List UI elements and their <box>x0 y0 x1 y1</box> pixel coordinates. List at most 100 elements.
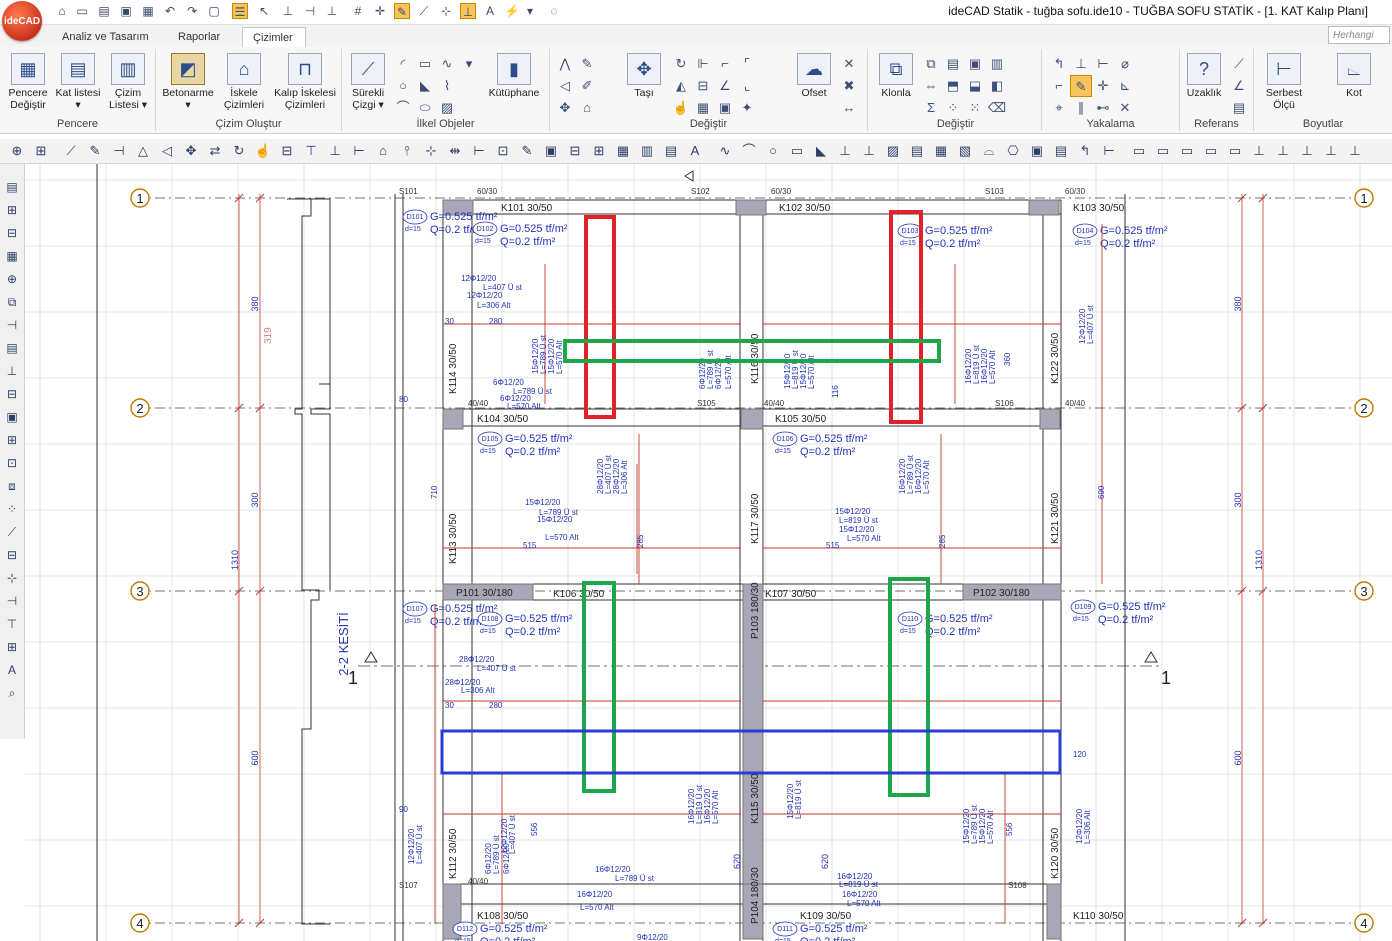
text-icon[interactable]: A <box>686 142 704 160</box>
cizim-listesi-button[interactable]: ▥ Çizim Listesi ▾ <box>104 53 152 111</box>
left-tool-5-icon[interactable]: ⊕ <box>3 270 21 288</box>
layer-down-icon[interactable]: ⬓ <box>964 75 986 97</box>
rotate-icon[interactable]: ↻ <box>230 142 248 160</box>
snap-end-icon[interactable]: ⊹ <box>438 3 454 19</box>
mirror-icon[interactable]: ◁ <box>554 75 576 97</box>
home-icon[interactable]: ⌂ <box>54 3 70 19</box>
node-icon[interactable]: ⊹ <box>422 142 440 160</box>
circle-icon[interactable]: ○ <box>392 75 414 97</box>
mid-icon[interactable]: ⊢ <box>350 142 368 160</box>
eraser-icon[interactable]: ⌫ <box>986 97 1008 119</box>
zoom-window-icon[interactable]: ⊞ <box>32 142 50 160</box>
dim-icon[interactable]: ⊣ <box>110 142 128 160</box>
arc-icon[interactable]: ⌒ <box>740 142 758 160</box>
fillet-icon[interactable]: ⌞ <box>736 75 758 97</box>
rect-icon[interactable]: ▭ <box>414 53 436 75</box>
kalip-iskelesi-button[interactable]: ⊓ Kalıp İskelesi Çizimleri <box>272 53 338 111</box>
ref-angle-icon[interactable]: ∠ <box>1228 75 1250 97</box>
left-tool-16-icon[interactable]: ⟋ <box>3 523 21 541</box>
dimension-icon[interactable]: ⊣ <box>302 3 318 19</box>
serbest-olcu-button[interactable]: ⊢ Serbest Ölçü <box>1260 53 1308 111</box>
left-tool-18-icon[interactable]: ⊹ <box>3 569 21 587</box>
left-tool-19-icon[interactable]: ⊣ <box>3 592 21 610</box>
spline-icon[interactable]: ⌇ <box>436 75 458 97</box>
snap-active-icon[interactable]: ✎ <box>1070 75 1092 97</box>
fill-icon[interactable]: ◣ <box>812 142 830 160</box>
snap-grid-icon[interactable]: # <box>350 3 366 19</box>
left-tool-21-icon[interactable]: ⊞ <box>3 638 21 656</box>
window-icon[interactable]: ▢ <box>206 3 222 19</box>
save-as-icon[interactable]: ▦ <box>140 3 156 19</box>
tab-cizimler[interactable]: Çizimler <box>242 27 306 47</box>
left-tool-15-icon[interactable]: ⁘ <box>3 500 21 518</box>
arc-icon[interactable]: ◜ <box>392 53 414 75</box>
section-icon[interactable]: ⌓ <box>980 142 998 160</box>
tick1-icon[interactable]: ⊥ <box>1250 142 1268 160</box>
view1-icon[interactable]: ▭ <box>1130 142 1148 160</box>
snap-node-icon[interactable]: ✛ <box>372 3 388 19</box>
copy-icon[interactable]: ⧉ <box>920 53 942 75</box>
chamfer-icon[interactable]: ⌜ <box>736 53 758 75</box>
new-file-icon[interactable]: ▭ <box>74 3 90 19</box>
curve-icon[interactable]: ⌒ <box>392 97 414 119</box>
left-tool-1-icon[interactable]: ▤ <box>3 178 21 196</box>
tab-raporlar[interactable]: Raporlar <box>168 27 230 47</box>
snap-cross-icon[interactable]: ✛ <box>1092 75 1114 97</box>
angle-icon[interactable]: ∠ <box>714 75 736 97</box>
hand-icon[interactable]: ☝ <box>254 142 272 160</box>
x-cross-icon[interactable]: ✖ <box>838 75 860 97</box>
list-icon[interactable]: ▤ <box>662 142 680 160</box>
column-icon[interactable]: ⫯ <box>398 142 416 160</box>
layer-up-icon[interactable]: ⬒ <box>942 75 964 97</box>
color-icon[interactable]: ◧ <box>986 75 1008 97</box>
drawing-canvas[interactable]: 1 1 2 2 3 3 4 4 380 300 600 1310 380 300 600 1310 319 2-2… <box>25 164 1392 941</box>
left-tool-22-icon[interactable]: A <box>3 661 21 679</box>
image-icon[interactable]: ▨ <box>436 97 458 119</box>
table-icon[interactable]: ▥ <box>638 142 656 160</box>
align-icon[interactable]: ⊥ <box>280 3 296 19</box>
ref-line-icon[interactable]: ⟋ <box>1228 53 1250 75</box>
kutuphane-button[interactable]: ▮ Kütüphane <box>482 53 546 99</box>
save-icon[interactable]: ▣ <box>118 3 134 19</box>
text-style-icon[interactable]: A <box>482 3 498 19</box>
undo-icon[interactable]: ↶ <box>162 3 178 19</box>
stretch-icon[interactable]: ⇹ <box>446 142 464 160</box>
points-icon[interactable]: ⁘ <box>942 97 964 119</box>
triangle-icon[interactable]: ◣ <box>414 75 436 97</box>
ofset-button[interactable]: ☁ Ofset <box>790 53 838 99</box>
dimension-icon[interactable]: ⊢ <box>470 142 488 160</box>
dropdown-arrow-icon[interactable]: ▾ <box>522 3 538 19</box>
ungroup-icon[interactable]: ▥ <box>986 53 1008 75</box>
sigma-icon[interactable]: Σ <box>920 97 942 119</box>
level-icon[interactable]: ⊥ <box>324 3 340 19</box>
left-tool-8-icon[interactable]: ▤ <box>3 339 21 357</box>
betonarme-button[interactable]: ◩ Betonarme ▾ <box>162 53 214 111</box>
tick3-icon[interactable]: ⊥ <box>1298 142 1316 160</box>
corner-icon[interactable]: ⌐ <box>714 53 736 75</box>
hexagon-icon[interactable]: ⎔ <box>1004 142 1022 160</box>
pen-icon[interactable]: ✎ <box>86 142 104 160</box>
left-tool-4-icon[interactable]: ▦ <box>3 247 21 265</box>
line-icon[interactable]: ⟋ <box>62 142 80 160</box>
move-icon[interactable]: ✥ <box>182 142 200 160</box>
kot-button[interactable]: ⌳ Kot <box>1328 53 1380 99</box>
left-tool-9-icon[interactable]: ⊥ <box>3 362 21 380</box>
plus-icon[interactable]: ⊞ <box>590 142 608 160</box>
hatch-icon[interactable]: ▦ <box>692 97 714 119</box>
flip-icon[interactable]: ⇄ <box>206 142 224 160</box>
tasi-button[interactable]: ✥ Taşı <box>620 53 668 99</box>
left-tool-11-icon[interactable]: ▣ <box>3 408 21 426</box>
tick5-icon[interactable]: ⊥ <box>1346 142 1364 160</box>
view4-icon[interactable]: ▭ <box>1202 142 1220 160</box>
wave-icon[interactable]: ∿ <box>716 142 734 160</box>
snap-angle-icon[interactable]: ⊾ <box>1114 75 1136 97</box>
perp-icon[interactable]: ⊥ <box>326 142 344 160</box>
left-tool-13-icon[interactable]: ⊡ <box>3 454 21 472</box>
snap-tan-icon[interactable]: ⌀ <box>1114 53 1136 75</box>
circle-icon[interactable]: ○ <box>764 142 782 160</box>
pointer-icon[interactable]: ↖ <box>256 3 272 19</box>
home-icon[interactable]: ⌂ <box>374 142 392 160</box>
dropdown-icon[interactable]: ▾ <box>458 53 480 75</box>
layers-icon[interactable]: ☰ <box>232 3 248 19</box>
block-icon[interactable]: ▣ <box>542 142 560 160</box>
